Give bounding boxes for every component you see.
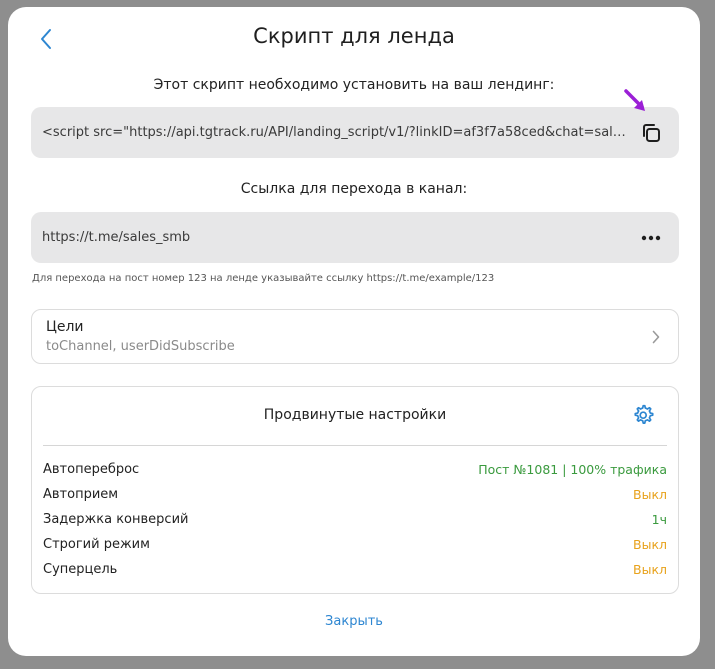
settings-row-label: Задержка конверсий (43, 512, 189, 527)
link-hint: Для перехода на пост номер 123 на ленде … (32, 273, 495, 284)
close-button[interactable]: Закрыть (8, 614, 700, 629)
settings-row: Строгий режим Выкл (43, 532, 667, 557)
settings-row-value: 1ч (651, 512, 667, 527)
advanced-settings-title: Продвинутые настройки (263, 407, 447, 423)
settings-row-label: Автоприем (43, 487, 119, 502)
goals-subtitle: toChannel, userDidSubscribe (46, 339, 235, 354)
dialog-title: Скрипт для ленда (253, 24, 455, 48)
settings-row-value: Пост №1081 | 100% трафика (478, 462, 667, 477)
link-value[interactable]: https://t.me/sales_smb (42, 230, 629, 245)
settings-row-label: Строгий режим (43, 537, 150, 552)
more-button[interactable] (637, 224, 665, 252)
goals-selector[interactable]: Цели toChannel, userDidSubscribe (31, 309, 679, 364)
settings-row-label: Автопереброс (43, 462, 140, 477)
settings-row-value: Выкл (633, 562, 667, 577)
settings-button[interactable] (632, 404, 656, 428)
settings-row-label: Суперцель (43, 562, 118, 577)
settings-row-value: Выкл (633, 487, 667, 502)
settings-row: Задержка конверсий 1ч (43, 507, 667, 532)
settings-row: Суперцель Выкл (43, 557, 667, 582)
arrow-annotation-icon (624, 89, 645, 111)
settings-row: Автоприем Выкл (43, 482, 667, 507)
script-label: Этот скрипт необходимо установить на ваш… (153, 77, 555, 93)
gear-icon (634, 404, 654, 424)
copy-icon (643, 123, 660, 142)
link-label: Ссылка для перехода в канал: (240, 181, 468, 197)
divider (43, 445, 667, 446)
advanced-settings-panel: Продвинутые настройки Автопереброс Пост №… (31, 386, 679, 594)
settings-row: Автопереброс Пост №1081 | 100% трафика (43, 457, 667, 482)
settings-row-value: Выкл (633, 537, 667, 552)
script-field[interactable]: <script src="https://api.tgtrack.ru/API/… (31, 107, 679, 158)
copy-button[interactable] (637, 119, 665, 147)
goals-title: Цели (46, 319, 84, 335)
script-dialog: Скрипт для ленда Этот скрипт необходимо … (8, 7, 700, 656)
advanced-settings-list: Автопереброс Пост №1081 | 100% трафика Авт… (43, 457, 667, 582)
link-field[interactable]: https://t.me/sales_smb (31, 212, 679, 263)
chevron-right-icon (652, 330, 660, 344)
more-horizontal-icon (641, 235, 661, 240)
script-value[interactable]: <script src="https://api.tgtrack.ru/API/… (42, 125, 629, 140)
